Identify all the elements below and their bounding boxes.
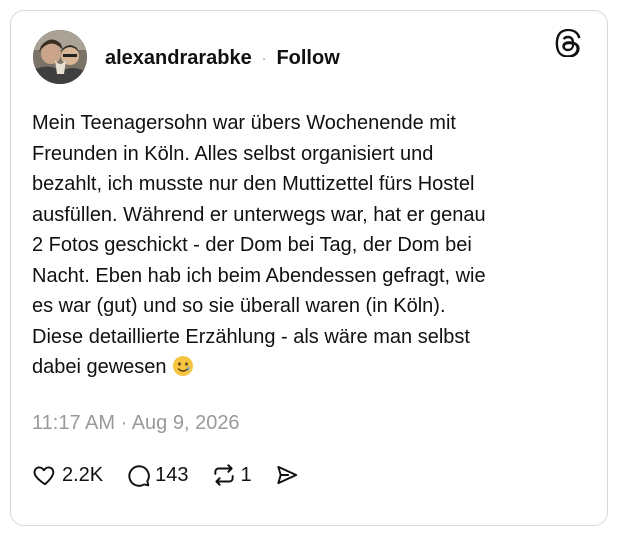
threads-logo-icon[interactable]: [555, 28, 583, 58]
follow-button[interactable]: Follow: [276, 47, 339, 70]
comment-icon: [125, 462, 151, 488]
reply-count: 143: [155, 463, 189, 486]
like-button[interactable]: 2.2K: [32, 462, 103, 488]
send-icon: [274, 462, 300, 488]
like-count: 2.2K: [62, 463, 104, 486]
reply-button[interactable]: 143: [125, 462, 189, 488]
repost-button[interactable]: 1: [211, 462, 252, 488]
avatar[interactable]: [33, 30, 87, 84]
separator-dot: ·: [261, 50, 267, 66]
post-header: alexandrarabke · Follow: [105, 46, 340, 70]
repost-icon: [211, 462, 237, 488]
smiling-face-with-tear-icon: [172, 355, 194, 377]
action-bar: 2.2K 143 1: [32, 460, 300, 490]
username-link[interactable]: alexandrarabke: [105, 47, 252, 70]
repost-count: 1: [240, 463, 252, 486]
post-text: Mein Teenagersohn war übers Wochenende m…: [32, 112, 486, 378]
share-button[interactable]: [274, 462, 300, 488]
post-timestamp[interactable]: 11:17 AM · Aug 9, 2026: [32, 412, 240, 435]
post-body-text: Mein Teenagersohn war übers Wochenende m…: [32, 108, 562, 383]
heart-icon: [32, 462, 58, 488]
